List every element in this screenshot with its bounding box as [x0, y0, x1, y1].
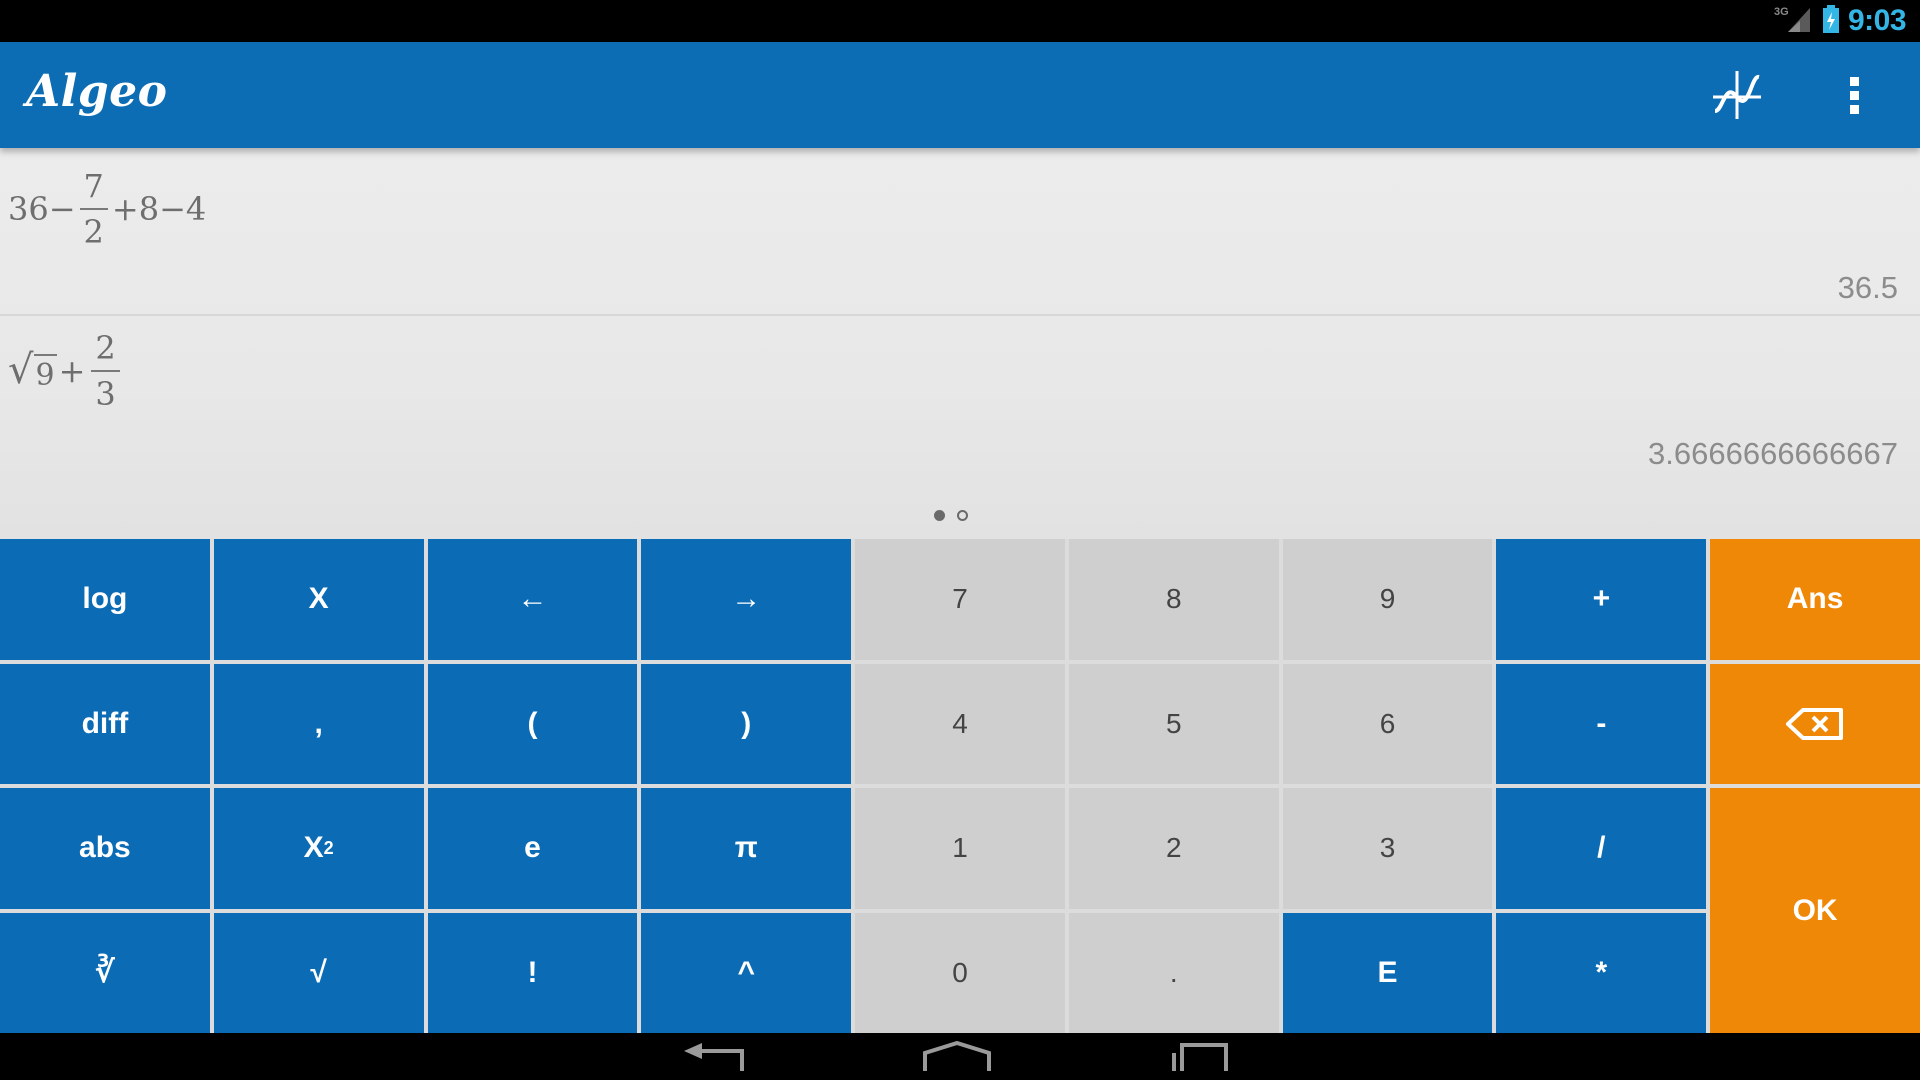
- square-root: √ 9: [8, 350, 57, 393]
- radicand: 9: [33, 353, 57, 393]
- back-button[interactable]: [670, 1041, 760, 1080]
- keypad: log X ← → 7 8 9 + Ans diff , ( ) 4 5 6 -…: [0, 539, 1920, 1033]
- back-icon: [684, 1043, 744, 1071]
- graph-icon: [1713, 71, 1761, 119]
- pi-key[interactable]: π: [641, 788, 852, 909]
- left-paren-key[interactable]: (: [427, 663, 638, 784]
- x-variable-key[interactable]: X: [213, 539, 424, 660]
- digit-7-key[interactable]: 7: [855, 539, 1065, 660]
- overflow-menu-icon: [1850, 77, 1859, 114]
- backspace-icon: [1786, 707, 1844, 740]
- overflow-menu-button[interactable]: [1820, 60, 1890, 130]
- result-value: 36.5: [1837, 270, 1898, 305]
- ans-key[interactable]: Ans: [1710, 539, 1920, 660]
- status-time: 9:03: [1847, 4, 1907, 37]
- result-value: 3.6666666666667: [1648, 436, 1898, 471]
- diff-key[interactable]: diff: [0, 663, 210, 784]
- plus-key[interactable]: +: [1496, 539, 1707, 660]
- radical-sign: √: [8, 346, 34, 393]
- divide-key[interactable]: /: [1496, 788, 1707, 909]
- multiply-key[interactable]: *: [1496, 912, 1707, 1033]
- fraction-denominator: 2: [83, 213, 104, 251]
- comma-key[interactable]: ,: [213, 663, 424, 784]
- digit-1-key[interactable]: 1: [855, 788, 1065, 909]
- abs-key[interactable]: abs: [0, 788, 210, 909]
- status-bar: 3G 9:03: [0, 0, 1920, 42]
- factorial-key[interactable]: !: [427, 912, 638, 1033]
- minus-key[interactable]: -: [1496, 663, 1707, 784]
- fraction-denominator: 3: [95, 375, 116, 413]
- home-icon: [923, 1041, 991, 1071]
- history-item[interactable]: 36− 7 2 +8−4 36.5: [0, 148, 1920, 316]
- home-button[interactable]: [912, 1041, 1002, 1080]
- digit-2-key[interactable]: 2: [1068, 788, 1279, 909]
- ok-key[interactable]: OK: [1710, 788, 1920, 1033]
- power-key[interactable]: ^: [641, 912, 852, 1033]
- digit-6-key[interactable]: 6: [1282, 663, 1493, 784]
- x-squared-base: X: [303, 831, 324, 865]
- expression: 36− 7 2 +8−4: [8, 162, 206, 256]
- app-title: Algeo: [26, 66, 168, 117]
- digit-4-key[interactable]: 4: [855, 663, 1065, 784]
- expression-tail: +8−4: [111, 190, 207, 228]
- graph-button[interactable]: [1702, 60, 1772, 130]
- log-key[interactable]: log: [0, 539, 210, 660]
- expression-lead: 36−: [8, 190, 76, 228]
- network-label: 3G: [1774, 6, 1789, 18]
- cursor-right-key[interactable]: →: [641, 539, 852, 660]
- page-indicator: [934, 510, 968, 521]
- decimal-point-key[interactable]: .: [1068, 912, 1279, 1033]
- digit-8-key[interactable]: 8: [1068, 539, 1279, 660]
- right-paren-key[interactable]: ): [641, 663, 852, 784]
- recents-icon: [1172, 1043, 1228, 1071]
- page-dot-active[interactable]: [934, 510, 945, 521]
- digit-5-key[interactable]: 5: [1068, 663, 1279, 784]
- digit-9-key[interactable]: 9: [1282, 539, 1493, 660]
- history-area[interactable]: 36− 7 2 +8−4 36.5 √ 9 + 2 3 3.6666666666…: [0, 148, 1920, 539]
- fraction-numerator: 7: [83, 167, 104, 205]
- signal-icon: 3G: [1774, 4, 1814, 39]
- battery-icon: [1822, 4, 1840, 39]
- recents-button[interactable]: [1154, 1041, 1244, 1080]
- expression: √ 9 + 2 3: [8, 324, 124, 418]
- navigation-bar: [0, 1033, 1920, 1080]
- x-squared-key[interactable]: X2: [213, 788, 424, 909]
- digit-0-key[interactable]: 0: [855, 912, 1065, 1033]
- cube-root-key[interactable]: ∛: [0, 912, 210, 1033]
- digit-3-key[interactable]: 3: [1282, 788, 1493, 909]
- history-item[interactable]: √ 9 + 2 3 3.6666666666667: [0, 316, 1920, 516]
- backspace-key[interactable]: [1710, 663, 1920, 784]
- square-root-key[interactable]: √: [213, 912, 424, 1033]
- fraction: 7 2: [79, 167, 108, 251]
- page-dot-inactive[interactable]: [957, 510, 968, 521]
- euler-key[interactable]: e: [427, 788, 638, 909]
- fraction-numerator: 2: [95, 329, 116, 367]
- action-bar: Algeo: [0, 42, 1920, 148]
- cursor-left-key[interactable]: ←: [427, 539, 638, 660]
- status-indicators: 3G 9:03: [1774, 4, 1907, 39]
- operator: +: [58, 352, 86, 390]
- fraction: 2 3: [91, 329, 120, 413]
- exponent-key[interactable]: E: [1282, 912, 1493, 1033]
- screen: 3G 9:03 Algeo 36− 7 2 +8−4 36.5 √ 9 + 2 …: [0, 0, 1920, 1080]
